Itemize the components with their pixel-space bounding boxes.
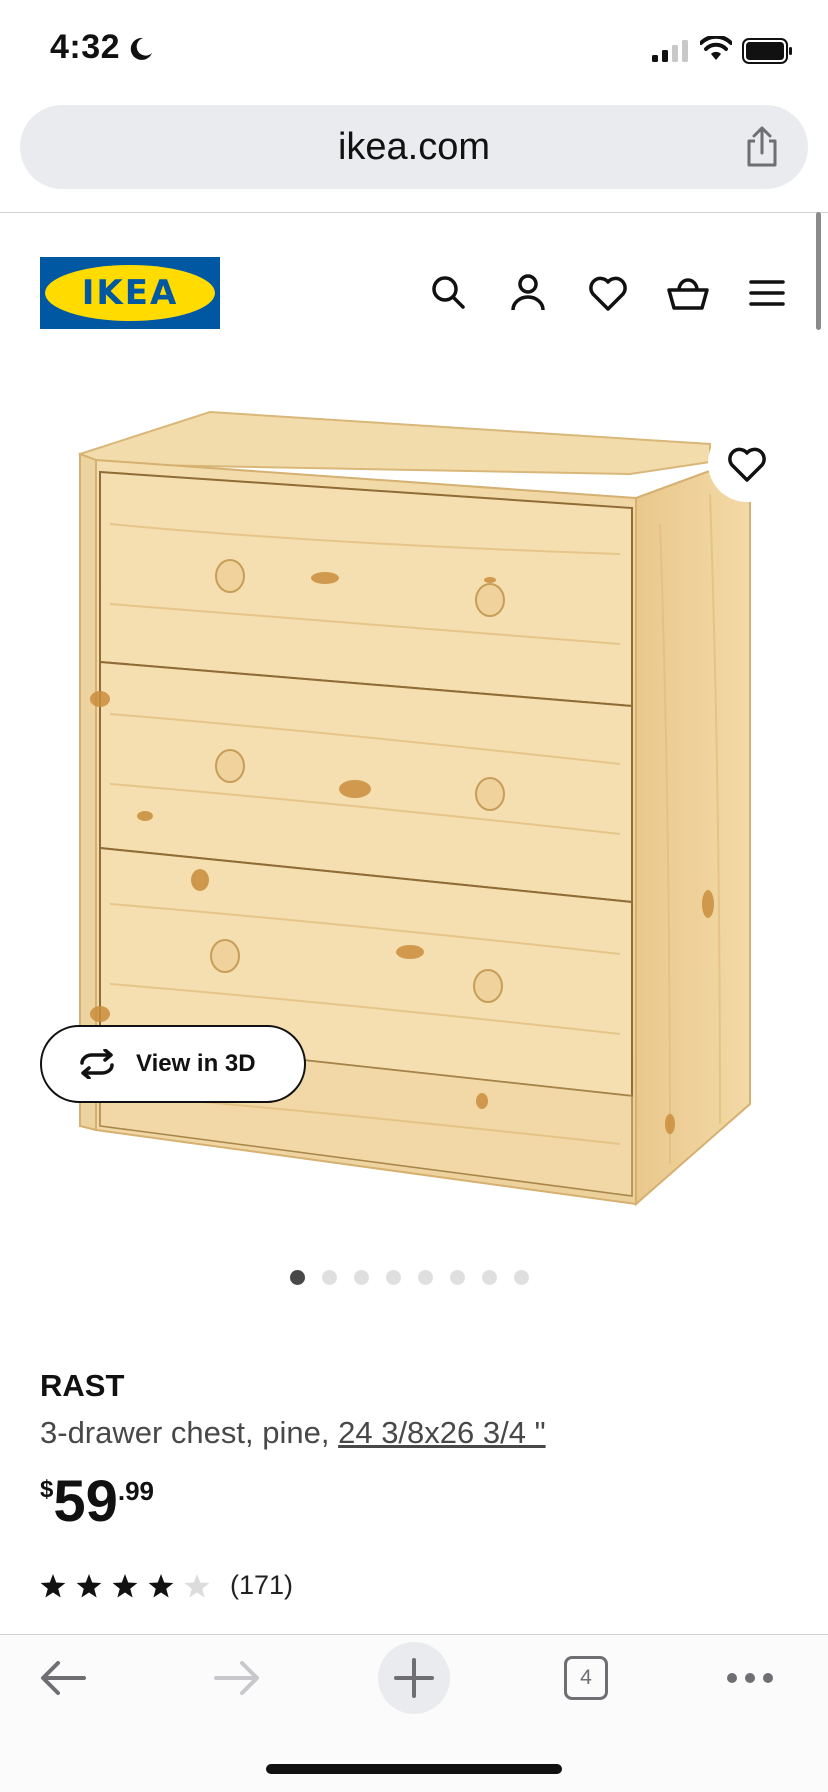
star-filled-icon — [76, 1574, 102, 1598]
search-icon[interactable] — [426, 270, 472, 316]
gallery-pagination[interactable] — [290, 1270, 546, 1290]
gallery-dot[interactable] — [514, 1270, 529, 1285]
view-in-3d-label: View in 3D — [136, 1050, 256, 1077]
star-empty-icon — [184, 1574, 210, 1598]
url-text[interactable]: ikea.com — [20, 105, 808, 189]
view-in-3d-button[interactable]: View in 3D — [40, 1025, 306, 1103]
product-dimensions-link[interactable]: 24 3/8x26 3/4 " — [338, 1415, 546, 1450]
gallery-dot[interactable] — [354, 1270, 369, 1285]
rating-stars[interactable] — [40, 1572, 220, 1607]
price-currency: $ — [40, 1476, 54, 1503]
moon-icon — [128, 36, 154, 67]
scrollbar[interactable] — [816, 212, 821, 330]
address-bar[interactable]: ikea.com — [20, 105, 808, 189]
battery-icon — [742, 38, 794, 69]
heart-icon[interactable] — [585, 270, 631, 316]
tabs-icon[interactable]: 4 — [564, 1656, 608, 1700]
gallery-dot[interactable] — [482, 1270, 497, 1285]
product-description: 3-drawer chest, pine, 24 3/8x26 3/4 " — [40, 1415, 546, 1451]
cellular-signal-icon — [652, 40, 690, 67]
toolbar-divider — [0, 212, 828, 213]
price-cents: .99 — [117, 1476, 155, 1506]
back-icon[interactable] — [38, 1658, 88, 1703]
gallery-dot[interactable] — [450, 1270, 465, 1285]
product-type: 3-drawer chest, pine, — [40, 1415, 339, 1450]
new-tab-button[interactable] — [378, 1642, 450, 1714]
status-time: 4:32 — [50, 28, 121, 66]
new-tab-icon — [394, 1658, 434, 1698]
home-indicator[interactable] — [266, 1764, 562, 1774]
price-whole: 59 — [53, 1469, 118, 1534]
account-icon[interactable] — [505, 270, 551, 316]
menu-icon[interactable] — [745, 270, 791, 316]
favorite-button[interactable] — [708, 424, 786, 502]
share-icon[interactable] — [742, 125, 782, 174]
gallery-dot[interactable] — [386, 1270, 401, 1285]
wifi-icon — [699, 34, 733, 67]
more-icon[interactable] — [726, 1666, 774, 1695]
gallery-dot[interactable] — [418, 1270, 433, 1285]
gallery-dot[interactable] — [290, 1270, 305, 1285]
logo-text: IKEA — [81, 273, 179, 313]
review-count[interactable]: (171) — [230, 1570, 293, 1601]
star-filled-icon — [148, 1574, 174, 1598]
star-filled-icon — [112, 1574, 138, 1598]
rotate-3d-icon — [76, 1048, 118, 1084]
product-name[interactable]: RAST — [40, 1368, 124, 1404]
ikea-logo[interactable]: IKEA — [40, 257, 220, 329]
product-price: $59.99 — [40, 1468, 154, 1535]
basket-icon[interactable] — [665, 270, 711, 316]
star-filled-icon — [40, 1574, 66, 1598]
gallery-dot[interactable] — [322, 1270, 337, 1285]
forward-icon[interactable] — [212, 1658, 262, 1703]
